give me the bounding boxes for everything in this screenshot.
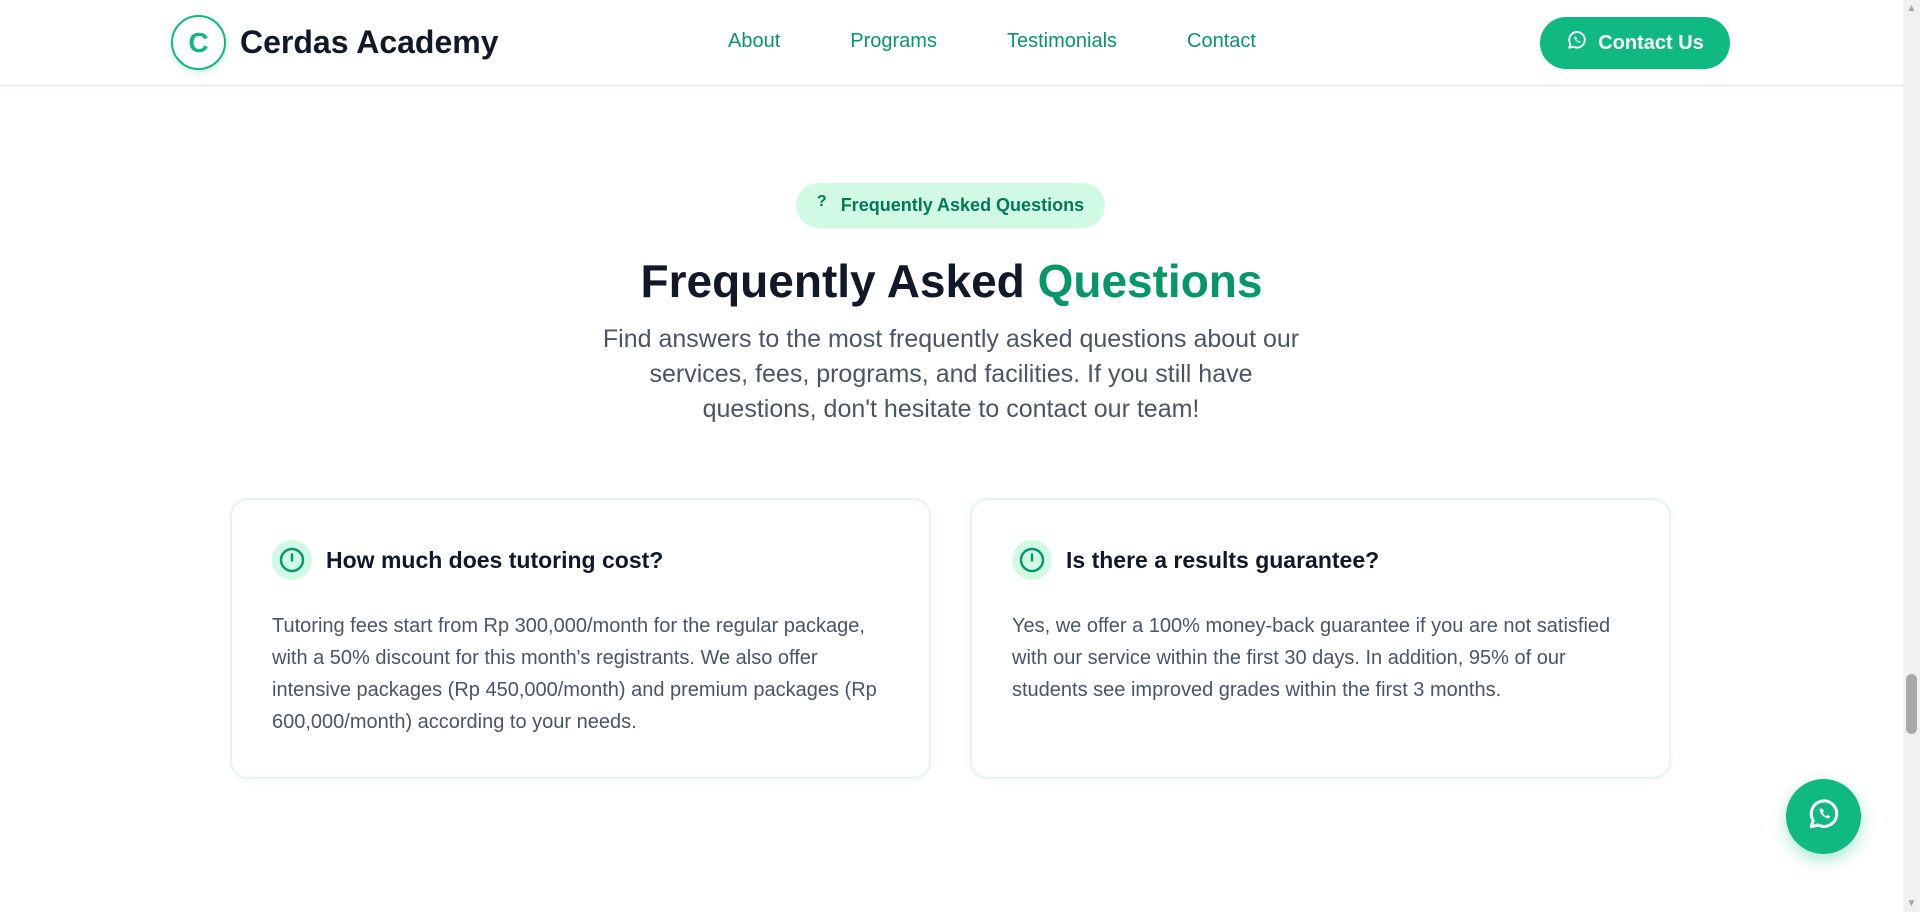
- nav-about[interactable]: About: [728, 30, 780, 53]
- scroll-up-arrow-icon[interactable]: ▲: [1903, 0, 1920, 17]
- faq-card[interactable]: How much does tutoring cost? Tutoring fe…: [230, 498, 931, 779]
- brand-name: Cerdas Academy: [240, 24, 499, 60]
- brand[interactable]: C Cerdas Academy: [171, 15, 499, 70]
- faq-subtitle: Find answers to the most frequently aske…: [602, 325, 1300, 423]
- faq-answer: Yes, we offer a 100% money-back guarante…: [1012, 615, 1611, 701]
- faq-title-accent: Questions: [1037, 255, 1263, 307]
- whatsapp-icon: [1806, 796, 1842, 837]
- info-icon: [1012, 540, 1052, 580]
- whatsapp-icon: [1566, 29, 1588, 57]
- info-icon: [272, 540, 312, 580]
- faq-title: Frequently Asked Questions: [0, 254, 1903, 308]
- faq-title-main: Frequently Asked: [640, 255, 1038, 307]
- contact-us-label: Contact Us: [1598, 31, 1704, 54]
- page-viewport: C Cerdas Academy About Programs Testimon…: [0, 0, 1903, 912]
- faq-badge-label: Frequently Asked Questions: [840, 195, 1085, 215]
- nav-testimonials[interactable]: Testimonials: [1007, 30, 1117, 53]
- floating-whatsapp-button[interactable]: [1786, 779, 1861, 854]
- scrollbar-thumb[interactable]: [1906, 674, 1917, 734]
- faq-card-header: Is there a results guarantee?: [1012, 540, 1379, 580]
- faq-card-header: How much does tutoring cost?: [272, 540, 663, 580]
- contact-us-button[interactable]: Contact Us: [1540, 17, 1730, 69]
- vertical-scrollbar[interactable]: ▲ ▼: [1903, 0, 1920, 912]
- faq-question: Is there a results guarantee?: [1066, 546, 1380, 573]
- brand-logo: C: [171, 15, 226, 70]
- faq-card[interactable]: Is there a results guarantee? Yes, we of…: [970, 498, 1671, 779]
- faq-question: How much does tutoring cost?: [326, 546, 664, 573]
- site-header: C Cerdas Academy About Programs Testimon…: [0, 0, 1903, 86]
- main-nav: About Programs Testimonials Contact: [728, 30, 1256, 53]
- nav-contact[interactable]: Contact: [1187, 30, 1256, 53]
- faq-answer: Tutoring fees start from Rp 300,000/mont…: [272, 615, 877, 733]
- faq-badge: ? Frequently Asked Questions: [796, 183, 1105, 228]
- question-icon: ?: [816, 192, 827, 210]
- nav-programs[interactable]: Programs: [850, 30, 937, 53]
- scroll-down-arrow-icon[interactable]: ▼: [1903, 895, 1920, 912]
